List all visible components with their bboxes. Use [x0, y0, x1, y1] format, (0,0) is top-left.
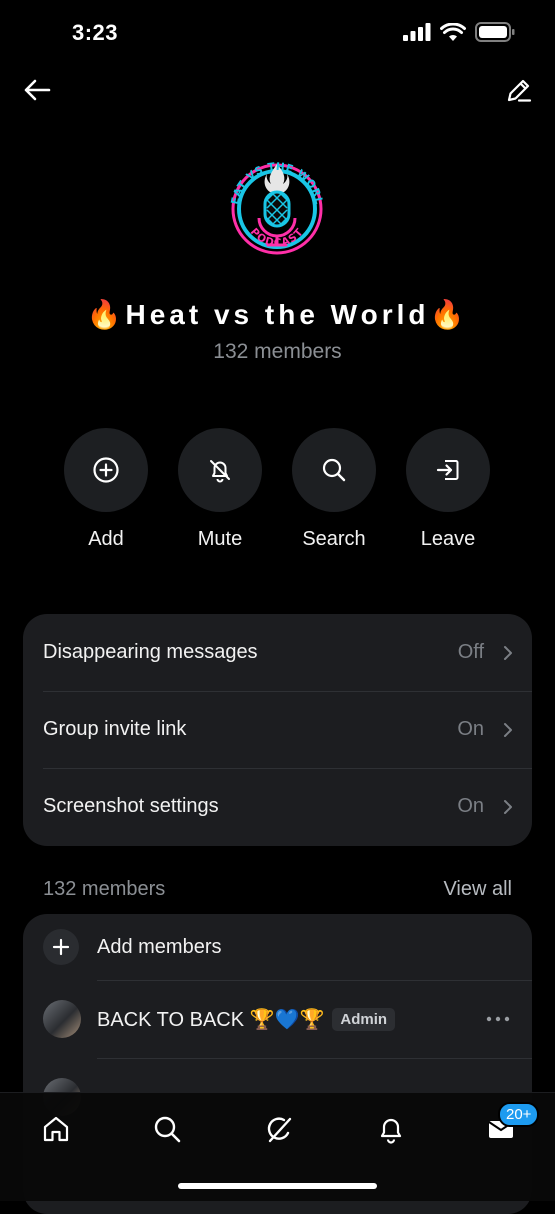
member-name: BACK TO BACK 🏆💙🏆 [97, 1008, 325, 1031]
search-action-label: Search [302, 528, 366, 550]
search-icon [322, 458, 346, 482]
leave-action-button[interactable]: Leave [388, 428, 508, 551]
action-row: Add Mute Search Leave [0, 428, 555, 558]
setting-value: On [457, 718, 484, 740]
member-row[interactable]: BACK TO BACK 🏆💙🏆 Admin [23, 980, 532, 1058]
search-action-button[interactable]: Search [274, 428, 394, 551]
pencil-icon [507, 79, 532, 102]
avatar[interactable] [43, 1000, 81, 1038]
setting-title: Disappearing messages [43, 641, 258, 663]
setting-row-screenshot-settings[interactable]: Screenshot settings On [23, 768, 532, 845]
add-action-circle[interactable] [64, 428, 148, 512]
more-icon[interactable] [486, 1016, 510, 1022]
setting-title: Group invite link [43, 718, 187, 740]
podcast-logo: HEAT VS THE WORLD PODCAST [211, 139, 337, 269]
chevron-right-icon [504, 645, 512, 660]
member-name-wrap: BACK TO BACK 🏆💙🏆 Admin [97, 1007, 396, 1032]
tab-grok[interactable] [259, 1109, 299, 1149]
home-icon [43, 1116, 69, 1142]
leave-icon [436, 460, 459, 480]
settings-card: Disappearing messages Off Group invite l… [23, 614, 532, 846]
search-action-circle[interactable] [292, 428, 376, 512]
add-members-plus[interactable] [43, 929, 79, 965]
mute-action-circle[interactable] [178, 428, 262, 512]
bell-icon [380, 1118, 402, 1144]
tab-home[interactable] [36, 1109, 76, 1149]
add-members-row[interactable]: Add members [23, 914, 532, 980]
tab-notifications[interactable] [371, 1109, 411, 1149]
grok-icon [267, 1117, 292, 1143]
mute-action-label: Mute [197, 528, 243, 550]
home-indicator[interactable] [178, 1183, 377, 1189]
leave-action-circle[interactable] [406, 428, 490, 512]
status-bar: 3:23 [0, 0, 555, 66]
cellular-signal-icon [403, 23, 431, 41]
members-header-count: 132 members [43, 878, 166, 900]
setting-value: Off [457, 641, 484, 663]
add-members-label: Add members [97, 935, 222, 958]
chevron-right-icon [504, 799, 512, 814]
search-icon [154, 1116, 181, 1143]
admin-badge: Admin [332, 1007, 396, 1031]
setting-value: On [457, 795, 484, 817]
leave-action-label: Leave [420, 528, 476, 550]
wifi-icon [440, 22, 466, 41]
add-circle-icon [93, 457, 119, 483]
status-icons [403, 22, 515, 42]
group-title: 🔥Heat vs the World🔥 [86, 299, 469, 330]
members-header: 132 members View all [43, 878, 512, 904]
arrow-left-icon [24, 79, 51, 101]
chevron-right-icon [504, 722, 512, 737]
tab-search[interactable] [147, 1109, 187, 1149]
setting-row-group-invite-link[interactable]: Group invite link On [23, 691, 532, 768]
setting-title: Screenshot settings [43, 795, 219, 817]
group-avatar[interactable]: HEAT VS THE WORLD PODCAST [211, 139, 338, 270]
battery-icon [475, 22, 515, 42]
plus-icon [52, 938, 70, 956]
back-button[interactable] [19, 72, 55, 108]
status-time: 3:23 [72, 20, 119, 45]
edit-button[interactable] [501, 72, 537, 108]
mute-action-button[interactable]: Mute [160, 428, 280, 551]
messages-badge: 20+ [498, 1102, 540, 1127]
member-count: 132 members [213, 340, 342, 363]
setting-row-disappearing-messages[interactable]: Disappearing messages Off [23, 614, 532, 691]
view-all-link[interactable]: View all [443, 878, 512, 901]
add-action-label: Add [88, 528, 124, 550]
bell-off-icon [210, 460, 230, 483]
add-action-button[interactable]: Add [46, 428, 166, 551]
